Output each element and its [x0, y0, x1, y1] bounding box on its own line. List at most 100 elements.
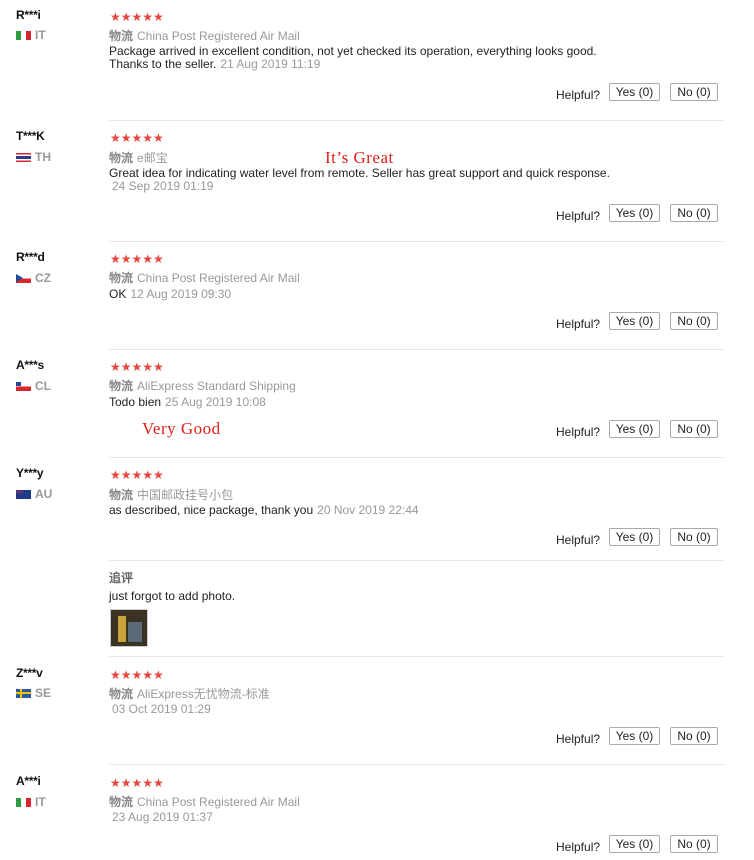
shipping-method: 物流 China Post Registered Air Mail	[109, 269, 300, 286]
country-code: SE	[35, 686, 52, 700]
reviewer-name: Z***v	[16, 666, 43, 680]
reviewer-name: Y***y	[16, 466, 44, 480]
star-rating: ★★★★★	[110, 668, 164, 682]
review-divider	[109, 457, 724, 458]
reviewer-country: CZ	[16, 271, 51, 285]
review-body: OK	[109, 287, 127, 301]
country-code: CL	[35, 379, 51, 393]
helpful-yes-button[interactable]: Yes (0)	[609, 420, 660, 438]
helpful-yes-button[interactable]: Yes (0)	[609, 312, 660, 330]
star-rating: ★★★★★	[110, 131, 164, 145]
review-date: 21 Aug 2019 11:19	[220, 57, 321, 71]
review-text: Package arrived in excellent condition, …	[109, 45, 689, 71]
review-date: 03 Oct 2019 01:29	[112, 702, 211, 716]
shipping-label: 物流	[109, 379, 134, 393]
review-body: as described, nice package, thank you	[109, 503, 314, 517]
helpful-label: Helpful?	[556, 317, 601, 331]
reviewer-country: IT	[16, 28, 46, 42]
star-rating: ★★★★★	[110, 776, 164, 790]
review-date: 23 Aug 2019 01:37	[112, 810, 213, 824]
helpful-label: Helpful?	[556, 425, 601, 439]
reviewer-country: SE	[16, 686, 51, 700]
country-code: TH	[35, 150, 51, 164]
photo-content	[128, 622, 142, 642]
followup-text: just forgot to add photo.	[109, 589, 236, 603]
thailand-flag-icon	[16, 152, 31, 162]
helpful-label: Helpful?	[556, 209, 601, 223]
shipping-method: 物流 e邮宝	[109, 149, 168, 166]
helpful-label: Helpful?	[556, 732, 601, 746]
annotation-text: It’s Great	[325, 148, 394, 167]
review-date: 24 Sep 2019 01:19	[112, 179, 214, 193]
country-code: IT	[35, 795, 46, 809]
shipping-method: 物流 AliExpress Standard Shipping	[109, 377, 296, 394]
shipping-name: 中国邮政挂号小包	[137, 488, 234, 502]
shipping-label: 物流	[109, 795, 134, 809]
country-code: AU	[35, 487, 53, 501]
helpful-no-button[interactable]: No (0)	[670, 727, 718, 745]
review-divider	[109, 120, 724, 121]
review-divider	[109, 241, 724, 242]
star-rating: ★★★★★	[110, 360, 164, 374]
helpful-no-button[interactable]: No (0)	[670, 528, 718, 546]
review-date: 12 Aug 2019 09:30	[130, 287, 232, 301]
review-text: OK 12 Aug 2019 09:30	[109, 288, 689, 301]
czech-flag-icon	[16, 273, 31, 283]
helpful-label: Helpful?	[556, 533, 601, 547]
review-body: Package arrived in excellent condition, …	[109, 44, 597, 58]
reviewer-name: R***i	[16, 8, 41, 22]
reviewer-name: T***K	[16, 129, 45, 143]
helpful-yes-button[interactable]: Yes (0)	[609, 204, 660, 222]
sweden-flag-icon	[16, 688, 31, 698]
annotation-text: Very Good	[142, 419, 221, 438]
followup-label: 追评	[109, 571, 134, 585]
shipping-label: 物流	[109, 687, 134, 701]
shipping-name: e邮宝	[137, 151, 168, 165]
italy-flag-icon	[16, 30, 31, 40]
reviewer-name: A***s	[16, 358, 44, 372]
italy-flag-icon	[16, 797, 31, 807]
helpful-no-button[interactable]: No (0)	[670, 204, 718, 222]
shipping-name: AliExpress无忧物流-标准	[137, 687, 270, 701]
helpful-no-button[interactable]: No (0)	[670, 312, 718, 330]
reviewer-name: R***d	[16, 250, 45, 264]
review-text: Todo bien 25 Aug 2019 10:08	[109, 396, 689, 409]
reviewer-country: TH	[16, 150, 51, 164]
helpful-yes-button[interactable]: Yes (0)	[609, 727, 660, 745]
shipping-method: 物流 China Post Registered Air Mail	[109, 793, 300, 810]
review-body-2: Thanks to the seller.	[109, 57, 217, 71]
shipping-name: AliExpress Standard Shipping	[137, 379, 296, 393]
reviewer-name: A***i	[16, 774, 41, 788]
helpful-no-button[interactable]: No (0)	[670, 420, 718, 438]
review-text: as described, nice package, thank you 20 …	[109, 504, 689, 517]
reviewer-country: AU	[16, 487, 52, 501]
helpful-yes-button[interactable]: Yes (0)	[609, 835, 660, 853]
review-divider	[109, 349, 724, 350]
reviewer-country: IT	[16, 795, 46, 809]
shipping-method: 物流 中国邮政挂号小包	[109, 486, 233, 503]
review-body: Todo bien	[109, 395, 162, 409]
country-code: CZ	[35, 271, 51, 285]
helpful-yes-button[interactable]: Yes (0)	[609, 83, 660, 101]
star-rating: ★★★★★	[110, 468, 164, 482]
review-date: 25 Aug 2019 10:08	[165, 395, 266, 409]
shipping-name: China Post Registered Air Mail	[137, 271, 300, 285]
photo-content	[118, 616, 126, 642]
followup-divider	[109, 560, 724, 561]
review-photo-thumbnail[interactable]	[110, 609, 148, 647]
helpful-no-button[interactable]: No (0)	[670, 83, 718, 101]
review-date: 20 Nov 2019 22:44	[317, 503, 419, 517]
shipping-name: China Post Registered Air Mail	[137, 29, 300, 43]
helpful-label: Helpful?	[556, 88, 601, 102]
chile-flag-icon	[16, 381, 31, 391]
helpful-yes-button[interactable]: Yes (0)	[609, 528, 660, 546]
shipping-label: 物流	[109, 29, 134, 43]
helpful-label: Helpful?	[556, 840, 601, 854]
shipping-label: 物流	[109, 271, 134, 285]
helpful-no-button[interactable]: No (0)	[670, 835, 718, 853]
shipping-name: China Post Registered Air Mail	[137, 795, 300, 809]
review-divider	[109, 656, 724, 657]
australia-flag-icon	[16, 489, 31, 499]
shipping-method: 物流 AliExpress无忧物流-标准	[109, 685, 270, 702]
shipping-method: 物流 China Post Registered Air Mail	[109, 27, 300, 44]
